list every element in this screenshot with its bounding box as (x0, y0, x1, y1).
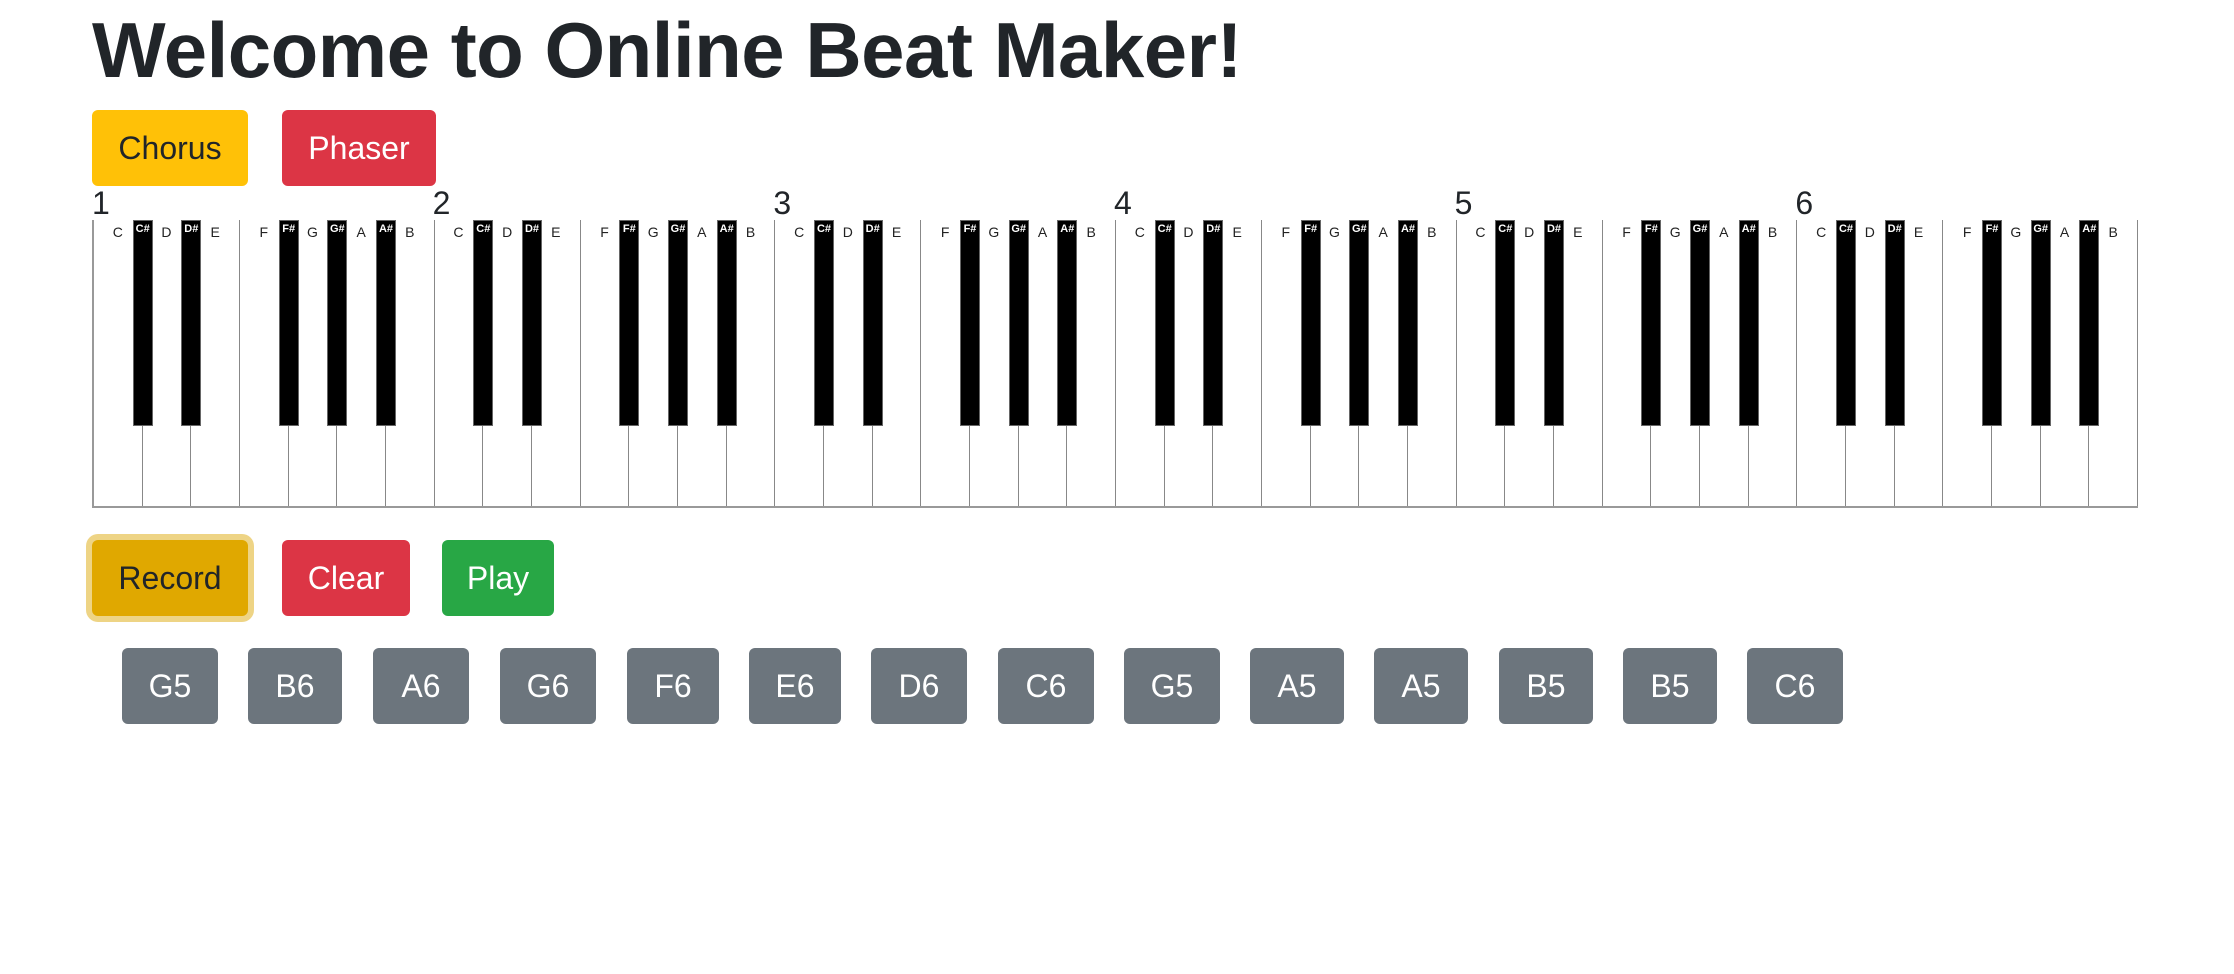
phaser-button[interactable]: Phaser (282, 110, 436, 186)
recorded-note-button[interactable]: C6 (998, 648, 1094, 724)
record-button[interactable]: Record (92, 540, 248, 616)
black-key-label: C# (1498, 223, 1513, 235)
octave-number: 2 (432, 185, 451, 221)
black-key[interactable]: F# (619, 220, 640, 426)
black-key-label: C# (135, 223, 150, 235)
black-key[interactable]: D# (522, 220, 542, 426)
black-key[interactable]: A# (1398, 220, 1418, 426)
black-key-label: C# (476, 223, 491, 235)
black-key[interactable]: C# (132, 220, 153, 426)
black-key-label: A# (1060, 223, 1075, 235)
black-key-label: D# (1206, 223, 1221, 235)
black-key-label: A# (719, 223, 734, 235)
black-key-label: A# (378, 223, 394, 235)
black-key[interactable]: G# (327, 220, 348, 426)
recorded-note-button[interactable]: E6 (749, 648, 841, 724)
black-key[interactable]: G# (1349, 220, 1370, 426)
black-key-label: F# (1644, 223, 1658, 235)
black-key-label: D# (865, 223, 880, 235)
black-key[interactable]: C# (814, 220, 834, 426)
black-key[interactable]: A# (376, 220, 396, 426)
black-key[interactable]: A# (716, 220, 737, 426)
octave-number: 5 (1454, 185, 1473, 221)
black-key[interactable]: D# (862, 220, 883, 426)
black-key-label: C# (816, 223, 832, 235)
black-key-label: F# (1985, 223, 1999, 235)
chorus-button[interactable]: Chorus (92, 110, 248, 186)
octave-number: 4 (1114, 185, 1132, 221)
recorded-note-button[interactable]: A5 (1250, 648, 1344, 724)
black-key-label: F# (963, 223, 977, 235)
recorded-note-button[interactable]: D6 (871, 648, 967, 724)
black-key[interactable]: G# (2030, 220, 2051, 426)
black-key[interactable]: A# (1738, 220, 1759, 426)
recorded-note-button[interactable]: G5 (122, 648, 218, 724)
black-key-label: G# (2033, 223, 2048, 235)
black-key[interactable]: F# (960, 220, 980, 426)
black-key[interactable]: G# (1008, 220, 1029, 426)
black-key-label: F# (1304, 223, 1318, 235)
recorded-note-button[interactable]: A6 (373, 648, 469, 724)
black-key-label: C# (1838, 223, 1854, 235)
black-key[interactable]: D# (1884, 220, 1905, 426)
black-key-label: G# (1011, 223, 1026, 235)
black-key-label: D# (524, 223, 540, 235)
recorded-note-button[interactable]: C6 (1747, 648, 1843, 724)
black-key[interactable]: A# (2079, 220, 2100, 426)
page-title: Welcome to Online Beat Maker! (92, 6, 1243, 94)
clear-button[interactable]: Clear (282, 540, 410, 616)
black-key[interactable]: C# (1154, 220, 1175, 426)
play-button[interactable]: Play (442, 540, 554, 616)
black-key-label: A# (1400, 223, 1416, 235)
black-key-label: G# (1351, 223, 1367, 235)
recorded-note-button[interactable]: G6 (500, 648, 596, 724)
black-key-label: G# (1692, 223, 1708, 235)
black-key-label: G# (670, 223, 686, 235)
black-key[interactable]: G# (1690, 220, 1710, 426)
black-key[interactable]: C# (1836, 220, 1856, 426)
black-key[interactable]: C# (473, 220, 494, 426)
black-key[interactable]: D# (181, 220, 202, 426)
octave-number: 6 (1795, 185, 1814, 221)
black-key[interactable]: F# (1641, 220, 1662, 426)
black-key[interactable]: D# (1203, 220, 1224, 426)
recorded-note-button[interactable]: G5 (1124, 648, 1220, 724)
black-key-label: G# (329, 223, 345, 235)
black-key[interactable]: G# (668, 220, 688, 426)
recorded-note-button[interactable]: B6 (248, 648, 342, 724)
recorded-note-button[interactable]: B5 (1623, 648, 1717, 724)
black-key-label: A# (1741, 223, 1756, 235)
black-key[interactable]: F# (1982, 220, 2002, 426)
black-key-label: A# (2082, 223, 2097, 235)
black-key-label: F# (622, 223, 636, 235)
black-key-label: C# (1157, 223, 1172, 235)
black-key[interactable]: F# (278, 220, 299, 426)
piano-keyboard: C D E F G A B C# D# F# G# A# C D E F G A B C# D# F# G# A# C D E F G A… (92, 220, 2138, 508)
black-key[interactable]: F# (1300, 220, 1321, 426)
black-key[interactable]: A# (1057, 220, 1078, 426)
recorded-note-button[interactable]: F6 (627, 648, 719, 724)
black-key-label: D# (184, 223, 199, 235)
recorded-note-button[interactable]: B5 (1499, 648, 1593, 724)
octave-number: 1 (92, 185, 110, 221)
black-key[interactable]: D# (1544, 220, 1564, 426)
recorded-note-button[interactable]: A5 (1374, 648, 1468, 724)
black-key[interactable]: C# (1495, 220, 1516, 426)
octave-number: 3 (773, 185, 792, 221)
black-key-label: D# (1887, 223, 1902, 235)
black-key-label: D# (1546, 223, 1562, 235)
black-key-label: F# (282, 223, 296, 235)
